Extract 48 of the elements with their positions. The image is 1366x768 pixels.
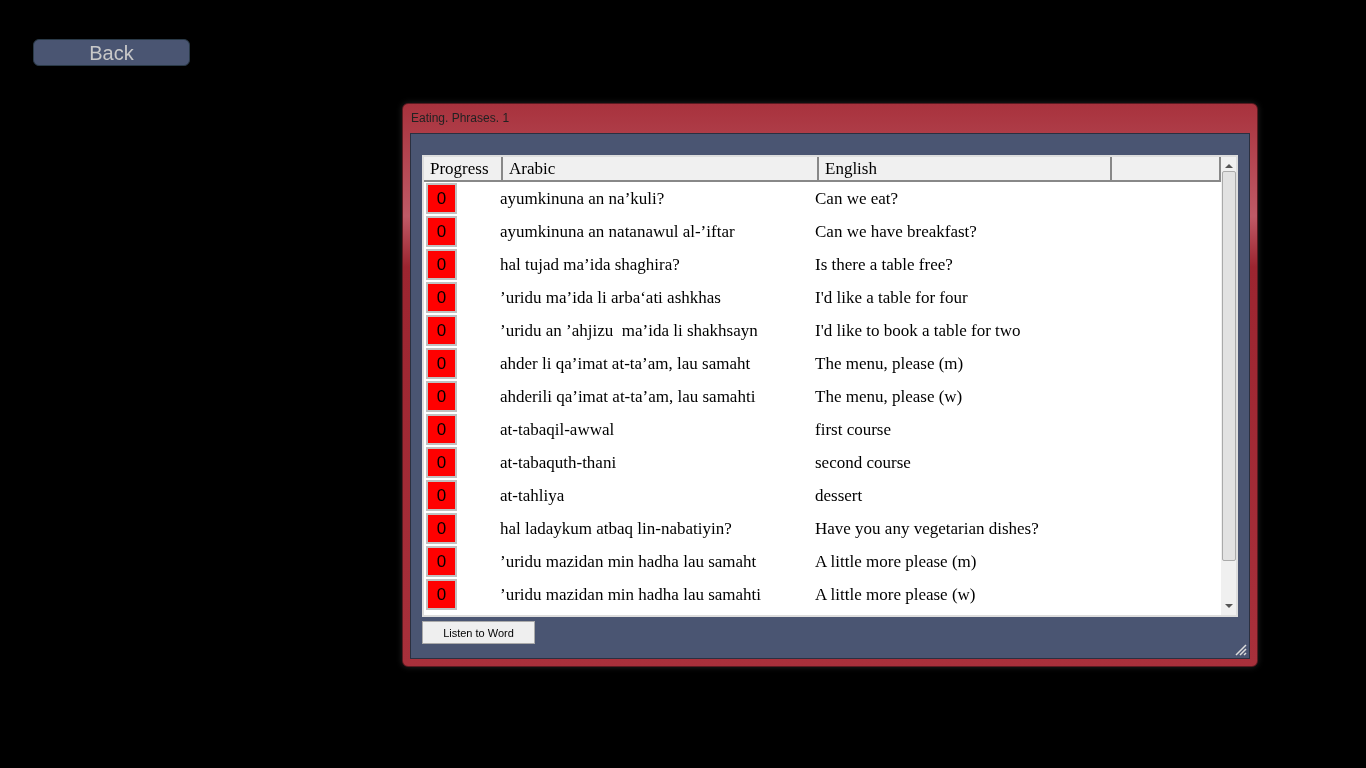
table-cell-text: Can we eat? [814,188,899,209]
progress-cell: 0 [426,216,457,247]
progress-cell: 0 [426,282,457,313]
table-cell-text: at-tabaquth-thani [499,452,618,473]
progress-cell: 0 [426,480,457,511]
window-title: Eating. Phrases. 1 [410,110,511,127]
table-cell-text: ’uridu an ’ahjizu ma’ida li shakhsayn [499,320,759,341]
progress-cell: 0 [426,348,457,379]
progress-cell: 0 [426,414,457,445]
progress-cell: 0 [426,579,457,610]
table-cell-text: first course [814,419,891,440]
progress-cell: 0 [426,381,457,412]
progress-cell: 0 [426,546,457,577]
table-cell-text: I'd like a table for four [814,287,968,308]
table-cell-text: hal tujad ma’ida shaghira? [499,254,681,275]
table-cell-text: Have you any vegetarian dishes? [814,518,1039,539]
progress-cell: 0 [426,315,457,346]
scroll-up-icon[interactable] [1224,163,1233,169]
table-cell-text: A little more please (m) [814,551,977,572]
table-cell-text: ahder li qa’imat at-ta’am, lau samaht [499,353,752,374]
table-cell-text: A little more please (w) [814,584,976,605]
table-cell-text: Is there a table free? [814,254,953,275]
table-cell-text: at-tahliya [499,485,566,506]
progress-cell: 0 [426,447,457,478]
table-cell-text: ayumkinuna an natanawul al-’iftar [499,221,736,242]
table-cell-text: hal ladaykum atbaq lin-nabatiyin? [499,518,733,539]
table-cell-text: at-tabaqil-awwal [499,419,616,440]
scroll-down-icon[interactable] [1224,603,1233,609]
column-header[interactable]: Progress [424,157,503,180]
table-cell-text: I'd like to book a table for two [814,320,1021,341]
table-cell-text: The menu, please (w) [814,386,963,407]
table-cell-text: second course [814,452,911,473]
back-button[interactable]: Back [33,39,190,66]
table-cell-text: dessert [814,485,863,506]
table-cell-text: Can we have breakfast? [814,221,977,242]
table-cell-text: ’uridu mazidan min hadha lau samahti [499,584,763,605]
column-header[interactable]: Arabic [503,157,819,180]
listen-button[interactable]: Listen to Word [422,621,535,644]
column-header[interactable]: English [819,157,1112,180]
table-cell-text: ’uridu mazidan min hadha lau samaht [499,551,758,572]
progress-cell: 0 [426,183,457,214]
table-cell-text: ’uridu ma’ida li arba‘ati ashkhas [499,287,722,308]
table-cell-text: The menu, please (m) [814,353,964,374]
progress-cell: 0 [426,513,457,544]
resize-grip-icon[interactable] [1233,642,1247,656]
progress-cell: 0 [426,249,457,280]
table-cell-text: ahderili qa’imat at-ta’am, lau samahti [499,386,757,407]
table-cell-text: ayumkinuna an na’kuli? [499,188,666,209]
